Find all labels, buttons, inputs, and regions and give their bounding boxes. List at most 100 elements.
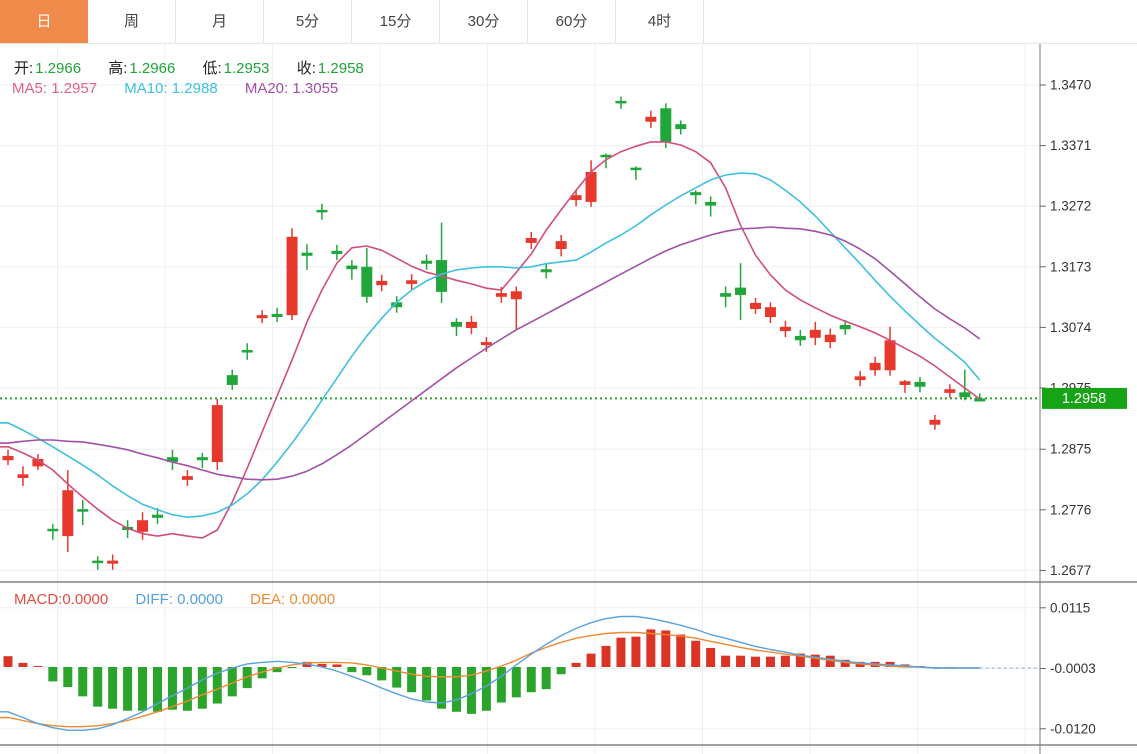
ma10-readout: MA10: 1.2988 (124, 80, 218, 97)
candle-body (899, 381, 911, 385)
macd-bar (197, 667, 207, 709)
candle-body (226, 375, 238, 385)
candle-body (196, 457, 208, 461)
candle-body (675, 124, 687, 130)
ma20-line (0, 226, 981, 481)
candle-body (869, 362, 881, 371)
axis-tick-label: 0.0115 (1050, 600, 1090, 615)
tab-timeframe-4[interactable]: 15分 (352, 0, 440, 43)
candle-body (256, 315, 268, 319)
macd-bar (601, 645, 611, 667)
candle-body (346, 265, 358, 270)
candle-body (316, 209, 328, 213)
timeframe-tabbar: 日周月 5分 15分 30分 60分 4时 (0, 0, 1137, 44)
candle-body (62, 490, 74, 537)
macd-bar (556, 667, 566, 675)
macd-bar (526, 667, 536, 693)
candle-body (824, 334, 836, 343)
macd-bar (646, 629, 656, 667)
candle-body (241, 350, 253, 353)
candle-body (720, 293, 732, 297)
macd-bar (541, 667, 551, 690)
candle-body (301, 252, 313, 256)
candle-body (750, 302, 761, 310)
candle-body (2, 455, 14, 461)
candle-body (465, 321, 477, 329)
candle-body (421, 260, 433, 264)
low-readout: 低: 1.2953 (202, 60, 270, 77)
tab-timeframe-2[interactable]: 月 (176, 0, 264, 43)
current-price-badge-text: 1.2958 (1062, 391, 1106, 407)
macd-bar (332, 664, 342, 667)
candle-body (630, 167, 642, 171)
candle-body (779, 326, 791, 332)
ma5-readout: MA5: 1.2957 (12, 80, 98, 97)
macd-bar (93, 667, 103, 707)
macd-bar (676, 634, 686, 667)
candle-body (540, 269, 552, 273)
macd-bar (496, 667, 506, 703)
macd-bar (167, 667, 177, 710)
tab-timeframe-7[interactable]: 4时 (616, 0, 704, 43)
price-chart-canvas: 1.34701.33711.32721.31731.30741.29751.28… (0, 44, 1137, 754)
tab-timeframe-0[interactable]: 日 (0, 0, 88, 43)
close-readout: 收: 1.2958 (296, 60, 364, 77)
macd-bar (18, 662, 28, 667)
macd-bar (63, 667, 73, 688)
macd-bar (586, 653, 596, 667)
macd-bar (3, 656, 13, 667)
macd-bar (108, 667, 118, 709)
open-readout: 开: 1.2966 (14, 60, 82, 77)
candle-body (406, 280, 418, 284)
candle-body (331, 250, 343, 254)
candle-body (480, 342, 492, 346)
dea-readout: DEA: 0.0000 (250, 591, 336, 608)
candle-body (17, 474, 29, 478)
macd-bar (287, 667, 297, 669)
macd-bar (780, 655, 790, 667)
candle-body (839, 324, 851, 330)
macd-bar (736, 655, 746, 667)
candle-body (510, 291, 522, 300)
axis-tick-label: -0.0003 (1050, 661, 1096, 676)
candle-body (660, 108, 672, 142)
high-readout: 高: 1.2966 (108, 60, 176, 77)
axis-tick-label: 1.2776 (1050, 502, 1091, 517)
macd-bar (661, 630, 671, 667)
macd-bar (511, 667, 521, 698)
macd-bar (33, 665, 43, 667)
axis-tick-label: 1.3272 (1050, 199, 1091, 214)
candle-body (705, 201, 717, 206)
axis-tick-label: -0.0120 (1050, 721, 1096, 736)
macd-bar (691, 640, 701, 667)
candle-body (645, 116, 657, 122)
tab-timeframe-6[interactable]: 60分 (528, 0, 616, 43)
candle-body (959, 392, 971, 398)
macd-bar (407, 667, 417, 693)
candle-body (451, 321, 462, 327)
candle-body (47, 528, 59, 532)
tab-timeframe-3[interactable]: 5分 (264, 0, 352, 43)
candle-body (152, 514, 163, 518)
macd-bar (571, 662, 581, 667)
macd-bar (751, 656, 760, 667)
candle-body (735, 287, 747, 295)
macd-bar (452, 667, 461, 712)
macd-bar (616, 637, 626, 667)
candle-body (495, 293, 507, 297)
candle-body (615, 100, 627, 104)
macd-bar (347, 667, 357, 673)
tab-timeframe-5[interactable]: 30分 (440, 0, 528, 43)
ma20-readout: MA20: 1.3055 (244, 80, 339, 97)
tab-timeframe-1[interactable]: 周 (88, 0, 176, 43)
candle-body (944, 389, 956, 393)
candle-body (107, 560, 119, 564)
ma-legend: MA5: 1.2957 MA10: 1.2988 MA20: 1.3055 (12, 80, 361, 97)
candle-body (525, 238, 537, 243)
macd-bar (481, 667, 491, 711)
macd-bar (422, 667, 432, 701)
trading-chart-window: 1.34701.33711.32721.31731.30741.29751.28… (0, 0, 1137, 754)
candle-body (271, 313, 283, 317)
candle-body (690, 192, 702, 196)
macd-bar (765, 656, 775, 667)
